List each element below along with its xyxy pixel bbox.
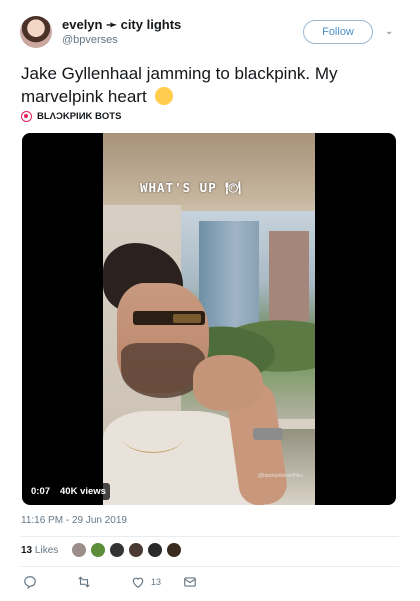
liker-avatar[interactable] [166,542,182,558]
necklace [123,423,183,453]
video-player[interactable]: WHAT'S UP 🍽 @blackpinkinvidfiles 0:07 40… [22,133,396,505]
envelope-icon [184,577,196,587]
tweet-header: evelyn ➛ city lights @bpverses Follow ⌄ [0,0,420,58]
video-duration: 0:07 [31,486,51,497]
retweet-button[interactable] [77,573,91,591]
avatar[interactable] [20,16,52,48]
likes-number: 13 [21,545,33,556]
video-caption-overlay: WHAT'S UP 🍽 [140,180,243,195]
follow-button[interactable]: Follow [303,20,373,44]
liker-avatars[interactable] [71,542,185,558]
liker-avatar[interactable] [147,542,163,558]
pensive-face-icon [155,87,174,105]
chevron-down-icon[interactable]: ⌄ [385,26,393,37]
like-count: 13 [151,577,162,587]
tweet-timestamp[interactable]: 11:16 PM - 29 Jun 2019 [21,515,127,526]
tweet-text-body: Jake Gyllenhaal jamming to blackpink. My… [21,64,338,106]
liker-avatar[interactable] [90,542,106,558]
tweet-actions: 13 [21,573,399,591]
sunglasses [133,311,205,325]
heart-icon [132,577,144,588]
display-name[interactable]: evelyn ➛ city lights [62,17,181,33]
liker-avatar[interactable] [128,542,144,558]
wristwatch [253,428,283,440]
video-views: 40K views [60,486,106,497]
attribution-label: BLΛƆKPIИK BOTS [37,110,122,122]
video-watermark: @blackpinkinvidfiles [258,473,304,479]
likes-count[interactable]: 13 Likes [21,545,58,556]
media-attribution[interactable]: BLΛƆKPIИK BOTS [21,109,121,123]
attribution-logo-icon [21,110,32,122]
direct-message-button[interactable] [183,573,197,591]
user-handle[interactable]: @bpverses [62,34,118,46]
likes-label: Likes [34,545,59,556]
liker-avatar[interactable] [109,542,125,558]
person-hand [193,355,263,411]
divider [21,566,399,567]
like-button[interactable]: 13 [131,573,161,591]
divider [21,536,399,537]
liker-avatar[interactable] [71,542,87,558]
reply-icon [24,576,36,589]
video-duration-badge: 0:07 40K views [27,483,110,500]
reply-button[interactable] [23,573,37,591]
tweet-text: Jake Gyllenhaal jamming to blackpink. My… [21,62,401,327]
retweet-icon [78,576,90,588]
